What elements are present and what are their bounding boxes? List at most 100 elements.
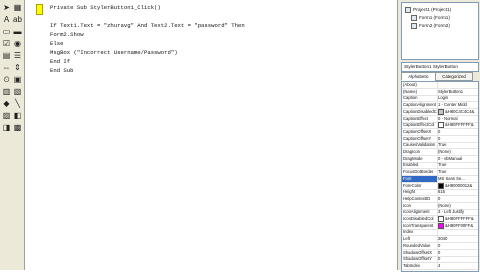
- property-name: (Name): [402, 88, 438, 95]
- textbox-icon[interactable]: ab: [13, 15, 22, 24]
- toolbox: ➤ ▦ Aab ▭ ▬ ☑ ◉ ▤ ☰ ⇔ ⇕ ⏲ ▣ ▥ ▧ ◆ ╲ ▨ ◧ ◨ ▩: [0, 0, 25, 270]
- property-value-cell[interactable]: MS Sans Se...: [438, 176, 478, 182]
- code-line: Private Sub StylerButton1_Click(): [50, 4, 161, 11]
- tab-categorized[interactable]: Categorized: [435, 72, 473, 81]
- line-icon[interactable]: ╲: [13, 99, 22, 108]
- property-value: 615: [438, 189, 445, 195]
- code-line: MsgBox ("Incorrect Username/Password"): [50, 49, 178, 56]
- form-icon: [411, 14, 417, 21]
- property-name: DragMode: [402, 155, 438, 162]
- property-value-cell[interactable]: 0: [438, 256, 478, 262]
- property-name: CaptionOffsetY: [402, 135, 438, 142]
- code-line: Form2.Show: [50, 31, 84, 38]
- data-icon[interactable]: ◧: [13, 111, 22, 120]
- object-selector[interactable]: StylerButton1 StylerButton: [401, 62, 479, 72]
- property-value-cell[interactable]: True: [438, 169, 478, 175]
- filelist-icon[interactable]: ▧: [13, 87, 22, 96]
- property-value-cell[interactable]: True: [438, 162, 478, 168]
- properties-tabs: Alphabetic Categorized: [401, 72, 477, 81]
- custom-icon[interactable]: ▩: [13, 123, 22, 132]
- tab-alphabetic[interactable]: Alphabetic: [401, 72, 436, 81]
- property-name: ShadowOffsetX: [402, 249, 438, 256]
- pointer-icon[interactable]: ➤: [2, 3, 11, 12]
- commandbutton-icon[interactable]: ▬: [13, 27, 22, 36]
- property-value-cell[interactable]: 0: [438, 250, 478, 256]
- property-value-cell[interactable]: [438, 82, 478, 88]
- property-value-cell[interactable]: 0 - Normal: [438, 116, 478, 122]
- color-swatch: [438, 216, 444, 222]
- property-name: IconTransparent: [402, 222, 438, 229]
- property-name: Icon: [402, 202, 438, 209]
- vscrollbar-icon[interactable]: ⇕: [13, 63, 22, 72]
- property-value: 0: [438, 249, 441, 255]
- property-name: TabIndex: [402, 262, 438, 269]
- combobox-icon[interactable]: ▤: [2, 51, 11, 60]
- project-icon: [405, 6, 411, 13]
- listbox-icon[interactable]: ☰: [13, 51, 22, 60]
- property-name: RoundedValue: [402, 242, 438, 249]
- color-swatch: [438, 108, 444, 115]
- property-value: 4: [438, 262, 441, 268]
- property-name: Index: [402, 229, 438, 236]
- property-value-cell[interactable]: (None): [438, 203, 478, 209]
- property-value: (None): [438, 202, 451, 208]
- property-row[interactable]: TabIndex 4: [402, 262, 478, 270]
- property-value-cell[interactable]: 2040: [438, 236, 478, 242]
- property-value-cell[interactable]: [438, 229, 478, 235]
- property-value-cell[interactable]: &H80C4C4C4&: [438, 108, 478, 115]
- code-line: End Sub: [50, 67, 74, 74]
- code-line: End If: [50, 58, 71, 65]
- tree-item-form1[interactable]: Form1 (Form1): [411, 14, 450, 21]
- property-name: IconDisabledCol: [402, 216, 438, 222]
- property-value-cell[interactable]: 0 - vbManual: [438, 156, 478, 162]
- timer-icon[interactable]: ⏲: [2, 75, 11, 84]
- label-icon[interactable]: A: [2, 15, 11, 24]
- object-selector-label: StylerButton1 StylerButton: [404, 64, 458, 69]
- property-value-cell[interactable]: (None): [438, 149, 478, 155]
- property-name: (About): [402, 82, 438, 88]
- drivelist-icon[interactable]: ▣: [13, 75, 22, 84]
- property-name: CaptionAlignment: [403, 102, 438, 109]
- property-name: CaptionEffectCol: [402, 122, 438, 129]
- property-value-cell[interactable]: True: [438, 142, 478, 148]
- tree-item-form2[interactable]: Form2 (Form2): [411, 22, 450, 29]
- property-value: 0 - vbManual: [438, 155, 463, 161]
- property-value-cell[interactable]: 615: [438, 189, 478, 195]
- optionbutton-icon[interactable]: ◉: [13, 39, 22, 48]
- property-name: Font: [402, 175, 438, 182]
- properties-grid[interactable]: (About) (Name) StylerButton1 Caption Login Ca…: [401, 81, 479, 272]
- property-value-cell[interactable]: 3 - Left Justify: [438, 209, 478, 215]
- property-value-cell[interactable]: 0: [438, 136, 478, 142]
- execution-marker: [36, 4, 43, 15]
- property-value-cell[interactable]: 1 - Center Midd: [438, 102, 478, 108]
- checkbox-icon[interactable]: ☑: [2, 39, 11, 48]
- property-value-cell[interactable]: 0: [438, 129, 478, 135]
- property-value-cell[interactable]: &H80FFFFFF&: [438, 122, 478, 129]
- property-value-cell[interactable]: 0: [438, 196, 478, 202]
- property-value-cell[interactable]: &H80FF00FF&: [438, 222, 478, 229]
- property-value: True: [438, 162, 447, 168]
- property-value-cell[interactable]: 4: [438, 263, 478, 269]
- image-icon[interactable]: ▨: [2, 111, 11, 120]
- property-value-cell[interactable]: Login: [438, 95, 478, 101]
- property-name: IconAlignment: [402, 209, 438, 216]
- property-value: True: [438, 142, 447, 148]
- picturebox-icon[interactable]: ▦: [13, 3, 22, 12]
- property-value-cell[interactable]: StylerButton1: [438, 89, 478, 95]
- property-value-cell[interactable]: &H80FFFFFF&: [438, 216, 478, 222]
- property-value: True: [438, 169, 447, 175]
- property-value: &H80FF00FF&: [445, 222, 474, 228]
- property-name: HelpContextID: [402, 195, 438, 202]
- dirlist-icon[interactable]: ▥: [2, 87, 11, 96]
- property-value: &H80C4C4C4&: [445, 108, 475, 114]
- property-value: Login: [438, 95, 449, 101]
- property-value-cell[interactable]: 0: [438, 243, 478, 249]
- shape-icon[interactable]: ◆: [2, 99, 11, 108]
- tree-item-project[interactable]: Project1 (Project1): [405, 6, 451, 13]
- ole-icon[interactable]: ◨: [2, 123, 11, 132]
- hscrollbar-icon[interactable]: ⇔: [2, 63, 11, 72]
- frame-icon[interactable]: ▭: [2, 27, 11, 36]
- property-value: (None): [438, 149, 451, 154]
- code-editor[interactable]: Private Sub StylerButton1_Click() If Text…: [25, 0, 396, 270]
- property-value-cell[interactable]: &H80000012&: [438, 182, 478, 189]
